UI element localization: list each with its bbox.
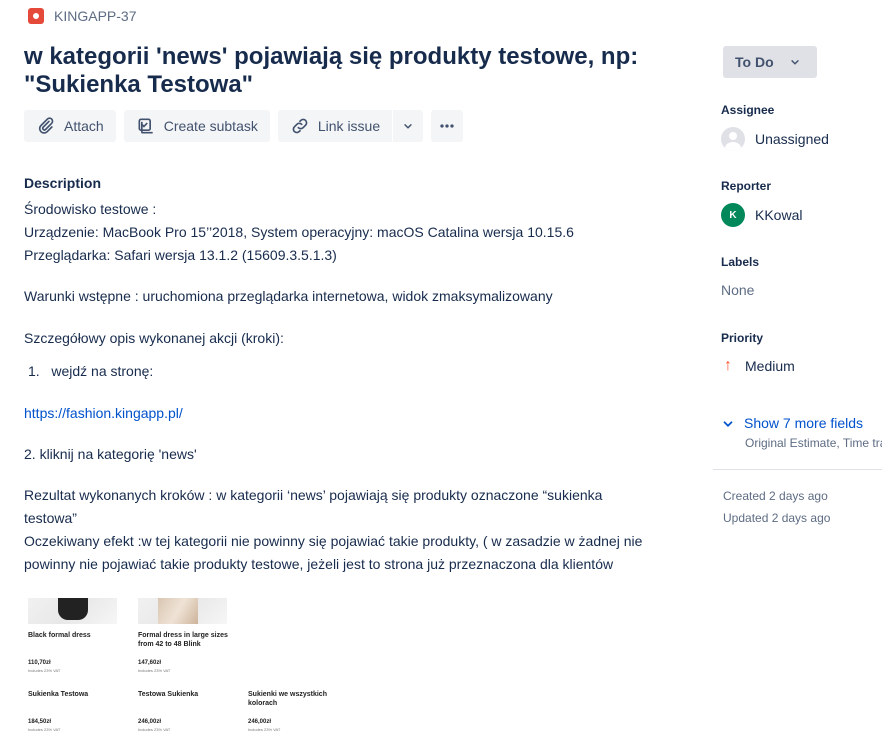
attach-label: Attach [64, 118, 104, 134]
product-name: Testowa Sukienka [138, 691, 199, 698]
attached-screenshot[interactable]: Black formal dress 110,70zł Includes 23%… [24, 598, 344, 754]
product-price: 147,60zł [138, 660, 162, 666]
assignee-label: Assignee [721, 103, 775, 117]
create-subtask-button[interactable]: Create subtask [123, 110, 270, 142]
product-image [28, 598, 117, 624]
link-issue-split-button: Link issue [277, 110, 424, 142]
description-line: Warunki wstępne : uruchomiona przeglądar… [24, 288, 553, 304]
updated-timestamp: Updated 2 days ago [723, 511, 831, 525]
reporter-avatar: K [721, 203, 745, 227]
labels-value: None [721, 282, 755, 298]
created-timestamp: Created 2 days ago [723, 489, 828, 503]
description-line: powinny nie pojawiać takie produkty test… [24, 556, 614, 572]
chevron-down-icon [723, 421, 733, 427]
reporter-label: Reporter [721, 179, 772, 193]
reporter-value: KKowal [755, 207, 803, 223]
show-more-description: Original Estimate, Time tracking [745, 436, 882, 450]
product-vat: Includes 23% VAT [28, 668, 61, 673]
unassigned-avatar-icon [721, 127, 745, 151]
priority-label: Priority [721, 331, 764, 345]
link-issue-label: Link issue [317, 118, 381, 134]
product-vat: Includes 23% VAT [248, 727, 281, 732]
priority-value: Medium [745, 358, 795, 374]
status-dropdown[interactable]: To Do [723, 46, 817, 78]
show-more-label: Show 7 more fields [744, 415, 864, 431]
more-icon [440, 124, 454, 128]
more-actions-button[interactable] [431, 110, 464, 142]
description-line: Przeglądarka: Safari wersja 13.1.2 (1560… [24, 247, 337, 263]
link-issue-dropdown-button[interactable] [393, 110, 424, 142]
product-vat: Includes 23% VAT [28, 727, 61, 732]
product-name: Formal dress in large sizes from 42 to 4… [138, 632, 228, 648]
product-image [138, 598, 227, 624]
description-line: Środowisko testowe : [24, 201, 157, 217]
description-line: Urządzenie: MacBook Pro 15’’2018, System… [24, 224, 574, 240]
priority-field[interactable]: ↑ Medium [721, 357, 795, 375]
product-name: Sukienka Testowa [28, 691, 89, 698]
attach-button[interactable]: Attach [24, 110, 116, 142]
product-vat: Includes 23% VAT [138, 727, 171, 732]
product-name: Sukienki we wszystkich kolorach [248, 691, 327, 707]
status-label: To Do [735, 54, 774, 70]
product-price: 110,70zł [28, 660, 51, 666]
labels-label: Labels [721, 255, 760, 269]
description-line: Rezultat wykonanych kroków : w kategorii… [24, 487, 603, 503]
bug-icon [28, 8, 44, 24]
assignee-field[interactable]: Unassigned [721, 127, 829, 151]
issue-key-breadcrumb[interactable]: KINGAPP-37 [28, 8, 136, 24]
paperclip-icon [38, 117, 54, 134]
chevron-down-icon [404, 124, 412, 129]
issue-key[interactable]: KINGAPP-37 [54, 8, 136, 24]
description-line: testowa” [24, 510, 77, 526]
product-vat: Includes 23% VAT [138, 668, 171, 673]
issue-toolbar: Attach Create subtask Link issue [24, 110, 464, 142]
description-step: 1. wejdź na stronę: [28, 363, 154, 379]
product-price: 246,00zł [248, 719, 272, 725]
subtask-icon [138, 118, 153, 134]
product-name: Black formal dress [28, 632, 91, 639]
link-issue-button[interactable]: Link issue [277, 110, 393, 142]
description-line: Szczegółowy opis wykonanej akcji (kroki)… [24, 330, 284, 346]
link-icon [292, 118, 308, 134]
show-more-fields-button[interactable]: Show 7 more fields [721, 415, 863, 431]
description-line: Oczekiwany efekt :w tej kategorii nie po… [24, 533, 643, 549]
chevron-down-icon [790, 60, 799, 65]
assignee-value: Unassigned [755, 131, 829, 147]
product-price: 184,50zł [28, 719, 52, 725]
description-heading: Description [24, 175, 102, 191]
labels-field[interactable]: None [721, 282, 754, 298]
arrow-up-icon: ↑ [724, 357, 732, 374]
kingapp-link[interactable]: https://fashion.kingapp.pl/ [24, 403, 183, 423]
create-subtask-label: Create subtask [163, 118, 258, 134]
divider [713, 469, 882, 470]
reporter-field[interactable]: K KKowal [721, 203, 802, 227]
product-price: 246,00zł [138, 719, 162, 725]
description-step: 2. kliknij na kategorię 'news' [24, 446, 197, 462]
issue-title[interactable]: w kategorii 'news' pojawiają się produkt… [24, 43, 664, 99]
